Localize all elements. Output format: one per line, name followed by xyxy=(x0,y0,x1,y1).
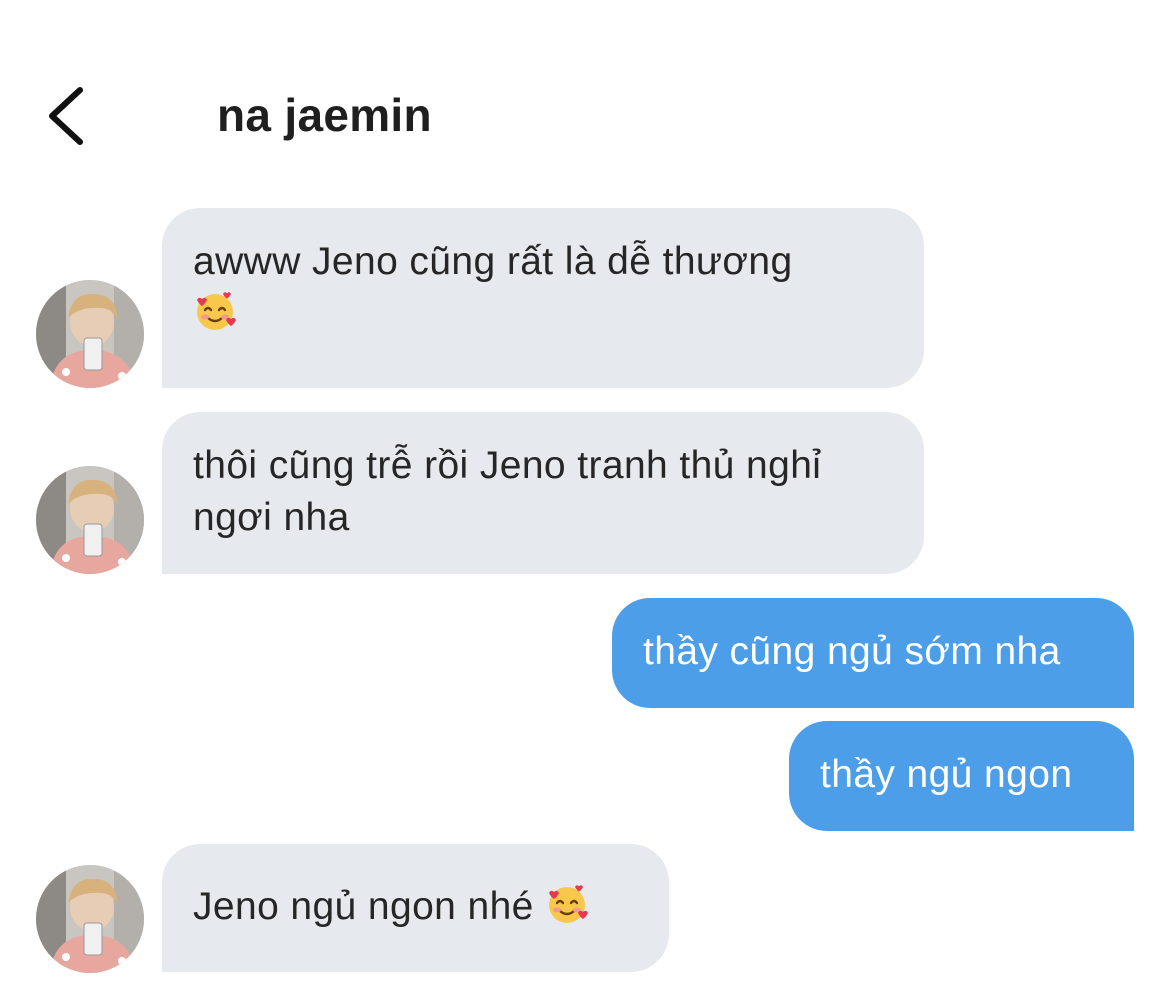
back-button[interactable] xyxy=(38,80,98,152)
contact-avatar[interactable] xyxy=(36,466,144,574)
message-text: Jeno ngủ ngon nhé xyxy=(193,885,534,928)
message-bubble-outgoing[interactable]: thầy cũng ngủ sớm nha xyxy=(612,598,1134,708)
smiling-face-with-hearts-icon xyxy=(193,290,237,334)
chat-header: na jaemin xyxy=(0,0,1169,190)
message-text: thầy cũng ngủ sớm nha xyxy=(643,630,1061,673)
contact-avatar[interactable] xyxy=(36,865,144,973)
contact-name: na jaemin xyxy=(217,89,432,141)
message-bubble-incoming[interactable]: thôi cũng trễ rồi Jeno tranh thủ nghỉ ng… xyxy=(162,412,924,574)
message-bubble-outgoing[interactable]: thầy ngủ ngon xyxy=(789,721,1134,831)
contact-avatar[interactable] xyxy=(36,280,144,388)
chevron-left-icon xyxy=(49,87,83,145)
message-text: awww Jeno cũng rất là dễ thương xyxy=(193,240,793,283)
message-text: thầy ngủ ngon xyxy=(820,753,1073,796)
message-bubble-incoming[interactable]: awww Jeno cũng rất là dễ thương xyxy=(162,208,924,388)
smiling-face-with-hearts-icon xyxy=(545,883,589,927)
message-text: thôi cũng trễ rồi Jeno tranh thủ nghỉ ng… xyxy=(193,444,822,539)
message-bubble-incoming[interactable]: Jeno ngủ ngon nhé xyxy=(162,844,669,972)
